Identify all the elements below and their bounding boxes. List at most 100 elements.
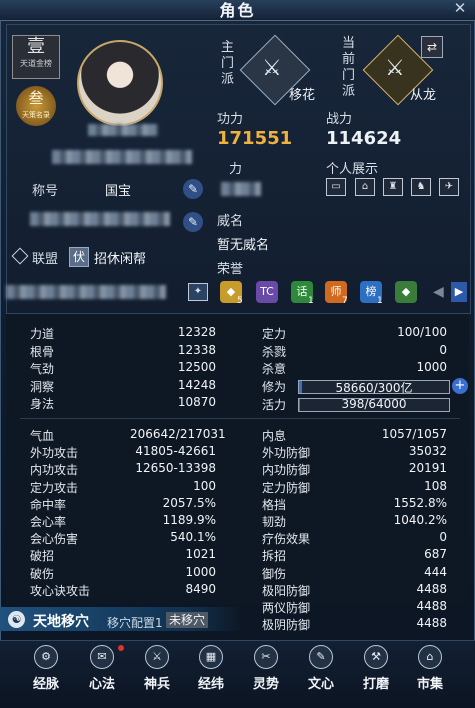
avatar[interactable] [77,40,163,126]
huoli-value: 398/64000 [341,397,407,411]
card-icon[interactable]: ▭ [326,178,346,196]
xiuwei-label: 修为 [262,380,287,394]
combat-value: 100 [193,478,216,493]
combat-value: 20191 [408,461,447,476]
title-bar: 角色 ✕ [0,0,475,21]
alliance-value[interactable]: 招休闲帮 [94,248,146,267]
honor-badge-honor-tc[interactable]: TC [256,281,278,303]
personal-display-label: 个人展示 [326,162,379,177]
tab-market[interactable]: ⌂ 市集 [408,645,452,692]
divider [20,418,460,419]
attr-value: 12338 [177,342,216,357]
combat-label: 会心伤害 [30,532,79,547]
tab-hammer[interactable]: ⚒ 打磨 [354,645,398,692]
bird-icon[interactable]: ✈ [439,178,459,196]
honor-collection-icon[interactable]: ✦ [188,283,208,301]
huoli-bar: 398/64000 [298,397,450,412]
edit-title-icon[interactable]: ✎ [183,179,203,199]
weiming-value: 暂无威名 [217,238,270,253]
combat-label: 会心率 [30,515,67,529]
combat-value: 1552.8% [393,495,447,510]
attr-value: 100/100 [397,325,447,339]
tab-label: 经脉 [32,677,59,692]
gongli-value: 171551 [217,128,293,149]
close-icon[interactable]: ✕ [451,0,469,17]
hidden-stat-label: 力 [229,162,243,177]
combat-label: 外功攻击 [30,446,79,461]
honor-count: 1 [308,296,314,306]
combat-label: 外功防御 [262,446,311,461]
alliance-tag: 伏 [69,247,89,267]
blurred-signature [30,212,170,226]
tab-meridian[interactable]: ⚙ 经脉 [24,645,68,692]
swap-school-icon[interactable]: ⇄ [421,36,443,58]
tab-label: 神兵 [143,677,170,692]
zhanli-value: 114624 [326,128,402,149]
attr-value: 0 [439,342,447,357]
grid-icon: ▦ [199,645,223,669]
combat-value: 1040.2% [393,513,447,527]
weiming-label: 威名 [217,214,244,229]
combat-value: 1057/1057 [381,427,447,441]
scroll-right-icon[interactable]: ▶ [451,282,467,302]
brush-icon: ✎ [309,645,333,669]
honor-count: 7 [342,296,348,306]
attr-label: 气劲 [30,362,55,376]
tab-label: 灵势 [252,677,279,692]
honor-count: 5 [237,296,243,306]
blurred-name [88,124,158,136]
blurred-stat [221,182,261,196]
combat-value: 687 [424,547,447,562]
castle-icon[interactable]: ♜ [383,178,403,196]
current-school-name: 从龙 [410,88,437,103]
combat-label: 气血 [30,429,55,443]
combat-value: 12650-13398 [135,461,216,476]
expand-plus-icon[interactable]: + [452,378,468,394]
tab-grid[interactable]: ▦ 经纬 [189,645,233,692]
combat-label: 御伤 [262,566,287,581]
combat-label: 定力防御 [262,480,311,495]
hammer-icon: ⚒ [364,645,388,669]
attr-label: 杀意 [262,362,287,376]
main-school-name: 移花 [289,88,316,103]
honor-badge-honor-frog[interactable]: ◆ [395,281,417,303]
combat-value: 4488 [416,581,447,596]
tab-weapon[interactable]: ⚔ 神兵 [135,645,179,692]
combat-label: 韧劲 [262,515,287,529]
zhanli-label: 战力 [326,112,353,127]
current-school-icon: ⚔ [385,56,405,81]
honor-label: 荣誉 [217,262,244,277]
seal-badge[interactable]: 叁 天策名录 [16,86,56,126]
house-icon[interactable]: ⌂ [355,178,375,196]
attr-label: 力道 [30,327,55,341]
yin-yang-icon: ☯ [8,611,25,628]
attr-label: 身法 [30,397,55,411]
attr-value: 14248 [177,377,216,392]
bottom-tab-bar [0,640,475,708]
attr-label: 洞察 [30,379,55,394]
tab-heart-method[interactable]: ✉ 心法 [80,645,124,692]
combat-value: 444 [424,564,447,579]
combat-value: 4488 [416,616,447,631]
combat-value: 0 [439,530,447,545]
rank-badge[interactable]: 壹 天道金榜 [12,35,60,79]
edit-signature-icon[interactable]: ✎ [183,212,203,232]
scroll-left-icon[interactable]: ◀ [433,284,444,300]
tab-brush[interactable]: ✎ 文心 [299,645,343,692]
tab-spirit[interactable]: ✂ 灵势 [244,645,288,692]
acupoint-title: 天地移穴 [33,614,89,630]
acupoint-config-name[interactable]: 移穴配置1 [107,614,163,631]
title-value: 国宝 [105,184,132,199]
combat-value: 4488 [416,599,447,613]
combat-value: 35032 [408,444,447,459]
huoli-label: 活力 [262,398,287,412]
horse-icon[interactable]: ♞ [411,178,431,196]
tab-label: 打磨 [362,677,389,692]
title-label: 称号 [32,184,59,199]
attr-value: 1000 [416,360,447,374]
xiuwei-bar: 58660/300亿 [298,380,450,395]
combat-value: 540.1% [170,530,216,545]
current-school-label: 当前门派 [342,36,356,99]
combat-value: 8490 [185,581,216,596]
main-school-icon: ⚔ [262,56,282,81]
